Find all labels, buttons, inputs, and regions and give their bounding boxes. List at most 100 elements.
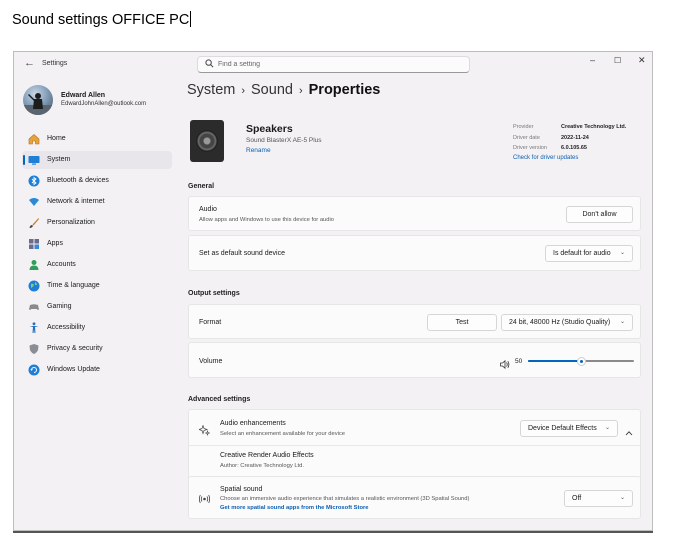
chevron-up-icon[interactable] bbox=[625, 423, 633, 441]
window-bottom-edge bbox=[13, 531, 653, 533]
back-arrow-icon[interactable]: ← bbox=[24, 57, 35, 69]
search-input[interactable] bbox=[218, 58, 458, 71]
sidebar-item-accessibility[interactable]: Accessibility bbox=[22, 319, 172, 337]
accessibility-icon bbox=[28, 322, 40, 334]
volume-slider[interactable] bbox=[528, 357, 634, 366]
device-model: Sound BlasterX AE-5 Plus bbox=[246, 137, 322, 144]
selection-indicator bbox=[23, 155, 25, 165]
format-value: 24 bit, 48000 Hz (Studio Quality) bbox=[509, 319, 611, 326]
section-general-title: General bbox=[188, 183, 215, 190]
home-icon bbox=[28, 133, 40, 145]
apps-icon bbox=[28, 238, 40, 250]
app-title: Settings bbox=[42, 60, 68, 67]
volume-slider-fill bbox=[528, 360, 581, 362]
chevron-down-icon: ⌄ bbox=[619, 495, 625, 501]
sidebar-item-home[interactable]: Home bbox=[22, 130, 172, 148]
speaker-device-icon bbox=[190, 120, 224, 162]
device-name: Speakers bbox=[246, 123, 293, 135]
sidebar-item-network[interactable]: Network & internet bbox=[22, 193, 172, 211]
spatial-sound-subtitle: Choose an immersive audio experience tha… bbox=[220, 496, 470, 502]
sidebar-item-system[interactable]: System bbox=[22, 151, 172, 169]
user-name: Edward Allen bbox=[61, 92, 106, 99]
test-button[interactable]: Test bbox=[427, 314, 497, 331]
driver-date-label: Driver date bbox=[513, 135, 540, 141]
spatial-sound-store-link[interactable]: Get more spatial sound apps from the Mic… bbox=[220, 505, 369, 511]
settings-window: ← Settings – ☐ ✕ Edward Allen EdwardJohn… bbox=[13, 51, 653, 531]
sidebar-item-windows-update[interactable]: Windows Update bbox=[22, 361, 172, 379]
provider-value: Creative Technology Ltd. bbox=[561, 124, 627, 130]
sparkle-icon bbox=[197, 423, 211, 441]
enhancements-value: Device Default Effects bbox=[528, 425, 597, 432]
enhancements-dropdown[interactable]: Device Default Effects ⌄ bbox=[520, 420, 618, 437]
globe-icon bbox=[28, 280, 40, 292]
sidebar-item-accounts[interactable]: Accounts bbox=[22, 256, 172, 274]
audio-title: Audio bbox=[199, 206, 217, 213]
minimize-button[interactable]: – bbox=[590, 55, 595, 65]
maximize-button[interactable]: ☐ bbox=[614, 56, 621, 65]
breadcrumb-sound[interactable]: Sound bbox=[251, 82, 293, 98]
section-advanced-title: Advanced settings bbox=[188, 396, 251, 403]
sidebar-item-personalization[interactable]: Personalization bbox=[22, 214, 172, 232]
enhancements-subtitle: Select an enhancement available for your… bbox=[220, 431, 346, 437]
audio-card: Audio Allow apps and Windows to use this… bbox=[188, 196, 641, 231]
close-button[interactable]: ✕ bbox=[638, 55, 646, 66]
creative-effects-title: Creative Render Audio Effects bbox=[220, 452, 314, 459]
default-device-card: Set as default sound device Is default f… bbox=[188, 235, 641, 271]
avatar[interactable] bbox=[23, 85, 53, 115]
format-dropdown[interactable]: 24 bit, 48000 Hz (Studio Quality) ⌄ bbox=[501, 314, 633, 331]
spatial-sound-title: Spatial sound bbox=[220, 486, 263, 493]
breadcrumb: System › Sound › Properties bbox=[187, 82, 380, 98]
user-email: EdwardJohnAllen@outlook.com bbox=[61, 101, 147, 107]
bluetooth-icon bbox=[28, 175, 40, 187]
shield-icon bbox=[28, 343, 40, 355]
default-device-title: Set as default sound device bbox=[199, 250, 286, 257]
network-icon bbox=[28, 196, 40, 208]
sidebar-item-apps[interactable]: Apps bbox=[22, 235, 172, 253]
speaker-volume-icon bbox=[500, 356, 510, 374]
spatial-sound-value: Off bbox=[572, 495, 582, 502]
sidebar-item-privacy-security[interactable]: Privacy & security bbox=[22, 340, 172, 358]
volume-card: Volume 50 bbox=[188, 342, 641, 378]
section-output-title: Output settings bbox=[188, 290, 240, 297]
spatial-sound-icon bbox=[198, 491, 211, 509]
format-title: Format bbox=[199, 319, 222, 326]
creative-effects-author: Author: Creative Technology Ltd. bbox=[220, 463, 304, 469]
breadcrumb-system[interactable]: System bbox=[187, 82, 235, 98]
page-title: Properties bbox=[308, 82, 381, 98]
driver-version-value: 6.0.105.65 bbox=[561, 145, 587, 151]
format-card: Format Test 24 bit, 48000 Hz (Studio Qua… bbox=[188, 304, 641, 339]
check-driver-updates-link[interactable]: Check for driver updates bbox=[513, 155, 578, 161]
volume-value: 50 bbox=[515, 358, 523, 365]
spatial-sound-dropdown[interactable]: Off ⌄ bbox=[564, 490, 633, 507]
document-title: Sound settings OFFICE PC bbox=[12, 11, 192, 28]
default-device-dropdown[interactable]: Is default for audio ⌄ bbox=[545, 245, 633, 262]
volume-slider-thumb[interactable] bbox=[577, 357, 586, 366]
chevron-down-icon: ⌄ bbox=[619, 319, 625, 325]
spatial-sound-card: Spatial sound Choose an immersive audio … bbox=[188, 476, 641, 519]
divider bbox=[189, 445, 640, 446]
provider-label: Provider bbox=[513, 124, 534, 130]
enhancements-title: Audio enhancements bbox=[220, 420, 286, 427]
chevron-down-icon: ⌄ bbox=[604, 425, 610, 431]
search-box[interactable] bbox=[197, 56, 470, 73]
sidebar-item-bluetooth[interactable]: Bluetooth & devices bbox=[22, 172, 172, 190]
gamepad-icon bbox=[28, 301, 40, 313]
accounts-icon bbox=[28, 259, 40, 271]
speaker-cone bbox=[196, 130, 218, 152]
brush-icon bbox=[28, 217, 40, 229]
search-icon bbox=[205, 59, 214, 70]
audio-subtitle: Allow apps and Windows to use this devic… bbox=[199, 217, 335, 223]
rename-link[interactable]: Rename bbox=[246, 147, 271, 154]
driver-date-value: 2022-11-24 bbox=[561, 135, 589, 141]
text-caret bbox=[190, 11, 192, 27]
dont-allow-button[interactable]: Don't allow bbox=[566, 206, 633, 223]
update-icon bbox=[28, 364, 40, 376]
system-icon bbox=[28, 154, 40, 166]
breadcrumb-separator: › bbox=[298, 85, 303, 97]
driver-version-label: Driver version bbox=[513, 145, 547, 151]
chevron-down-icon: ⌄ bbox=[619, 250, 625, 256]
sidebar-item-gaming[interactable]: Gaming bbox=[22, 298, 172, 316]
sidebar-item-time-language[interactable]: Time & language bbox=[22, 277, 172, 295]
title-bar: ← Settings – ☐ ✕ bbox=[14, 52, 652, 76]
breadcrumb-separator: › bbox=[241, 85, 246, 97]
